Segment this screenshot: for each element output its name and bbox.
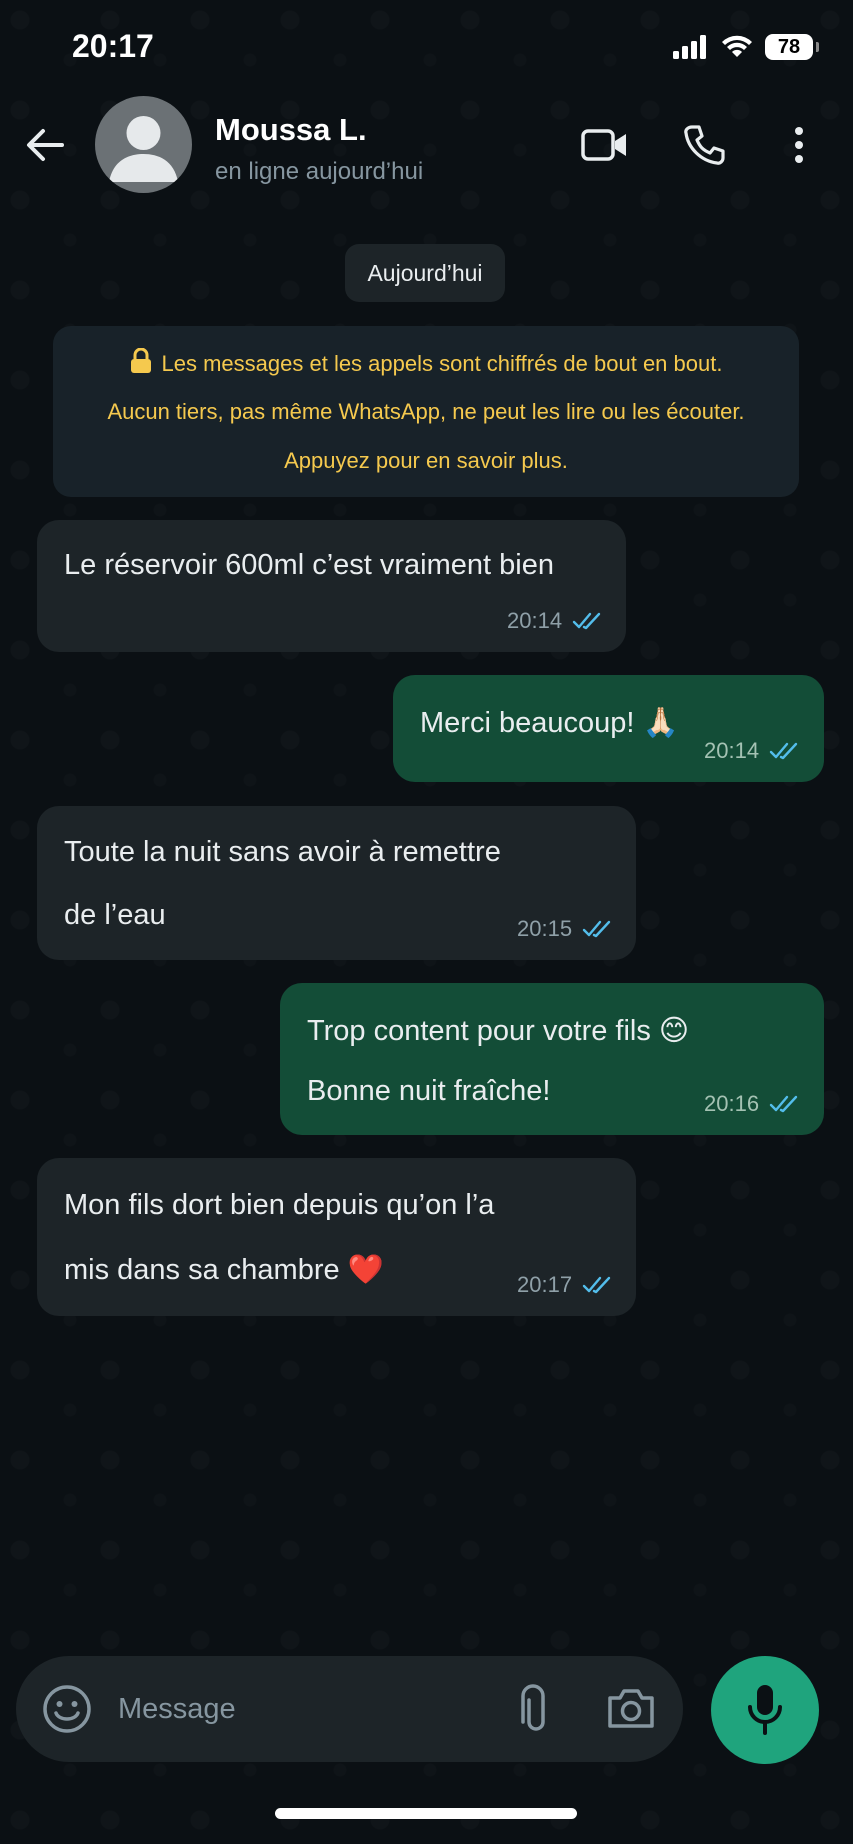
message-bubble-outgoing[interactable]: Trop content pour votre fils 😊 Bonne nui… [280,983,824,1135]
message-composer: Message [16,1656,683,1762]
message-meta: 20:14 [507,608,602,634]
message-time: 20:14 [507,608,563,633]
message-time: 20:16 [704,1091,760,1116]
double-check-icon [582,920,611,938]
message-text: Trop content pour votre fils 😊 [307,1015,690,1047]
double-check-icon [572,612,601,630]
date-chip: Aujourd’hui [345,244,505,302]
status-icons: 78 [673,34,819,60]
emoji-icon[interactable] [42,1684,92,1734]
message-bubble-outgoing[interactable]: Merci beaucoup! 🙏🏻 20:14 [393,675,824,782]
battery-icon: 78 [765,34,819,60]
more-options-icon [795,127,803,163]
encryption-notice[interactable]: Les messages et les appels sont chiffrés… [53,326,799,497]
camera-icon[interactable] [606,1686,656,1730]
contact-status: en ligne aujourd’hui [215,158,424,185]
phone-icon [684,125,725,165]
encryption-line-1: Les messages et les appels sont chiffrés… [53,347,799,377]
signal-icon [673,35,706,59]
contact-name[interactable]: Moussa L. [215,112,367,148]
message-input[interactable]: Message [118,1693,236,1726]
wifi-icon [722,35,752,57]
voice-call-button[interactable] [679,120,729,170]
message-text: Toute la nuit sans avoir à remettre [64,836,501,868]
message-bubble-incoming[interactable]: Le réservoir 600ml c’est vraiment bien 2… [37,520,626,652]
message-meta: 20:16 [704,1091,799,1117]
double-check-icon [769,742,798,760]
message-meta: 20:17 [517,1272,612,1298]
lock-icon [130,347,151,373]
microphone-icon [748,1685,782,1735]
message-text: mis dans sa chambre ❤️ [64,1254,384,1286]
message-text: Bonne nuit fraîche! [307,1075,551,1107]
message-bubble-incoming[interactable]: Mon fils dort bien depuis qu’on l’a mis … [37,1158,636,1316]
avatar-placeholder-icon [109,116,178,182]
back-arrow-icon[interactable] [22,122,68,168]
double-check-icon [582,1276,611,1294]
message-text: de l’eau [64,899,166,931]
voice-message-button[interactable] [711,1656,819,1764]
message-time: 20:14 [704,738,760,763]
double-check-icon [769,1095,798,1113]
message-meta: 20:14 [704,738,799,764]
more-options-button[interactable] [774,120,824,170]
avatar[interactable] [95,96,192,193]
encryption-learn-more[interactable]: Appuyez pour en savoir plus. [53,448,799,474]
status-time: 20:17 [72,28,154,64]
encryption-line-2: Aucun tiers, pas même WhatsApp, ne peut … [107,399,745,424]
chat-header: Moussa L. en ligne aujourd’hui [0,90,853,200]
message-text: Le réservoir 600ml c’est vraiment bien [64,549,554,581]
message-text: Merci beaucoup! 🙏🏻 [420,707,679,739]
video-call-button[interactable] [580,120,630,170]
video-call-icon [581,129,626,161]
attach-icon[interactable] [516,1684,550,1734]
message-text: Mon fils dort bien depuis qu’on l’a [64,1189,495,1221]
message-bubble-incoming[interactable]: Toute la nuit sans avoir à remettre de l… [37,806,636,960]
message-time: 20:15 [517,916,573,941]
message-meta: 20:15 [517,916,612,942]
home-indicator[interactable] [275,1808,577,1819]
message-time: 20:17 [517,1272,573,1297]
